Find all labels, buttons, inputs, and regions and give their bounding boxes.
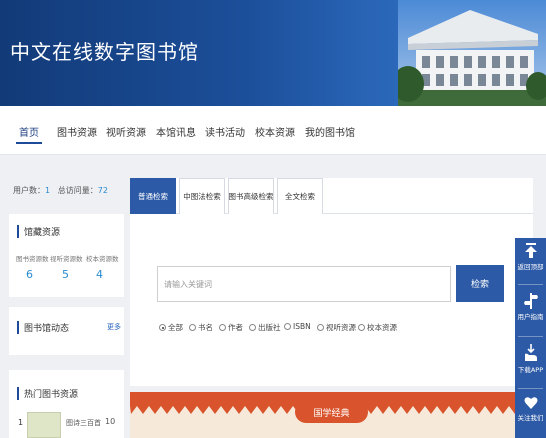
- option-label: 出版社: [258, 323, 281, 332]
- book-cover-image[interactable]: [27, 412, 61, 438]
- download-app-button[interactable]: 下载APP: [515, 344, 546, 374]
- user-guide-button[interactable]: 用户指南: [515, 293, 546, 321]
- hand-download-icon: [524, 344, 537, 361]
- divider: [518, 388, 543, 389]
- option-av[interactable]: 视听资源: [317, 322, 356, 333]
- option-label: 作者: [228, 323, 243, 332]
- arrow-up-icon: [524, 243, 537, 258]
- option-label: ISBN: [293, 322, 311, 331]
- option-label: 全部: [168, 323, 183, 332]
- nav-reading-activities[interactable]: 读书活动: [205, 124, 245, 139]
- site-header: 中文在线数字图书馆: [0, 0, 546, 106]
- float-label: 关注我们: [517, 414, 544, 422]
- radio-icon: [358, 324, 365, 331]
- nav-school-resources[interactable]: 校本资源: [255, 124, 295, 139]
- classics-banner[interactable]: 国学经典: [130, 392, 533, 438]
- radio-icon: [189, 324, 196, 331]
- float-label: 下载APP: [517, 366, 544, 374]
- floating-toolbar: 返回顶部 用户指南 下载APP 关注我们: [515, 238, 546, 438]
- nav-active-indicator: [16, 142, 42, 144]
- divider: [518, 336, 543, 337]
- nav-my-library[interactable]: 我的图书馆: [305, 124, 355, 139]
- news-more-link[interactable]: 更多: [107, 322, 121, 332]
- av-count-label: 视听资源数: [50, 255, 83, 263]
- back-to-top-button[interactable]: 返回顶部: [515, 243, 546, 271]
- users-label: 用户数：: [13, 186, 45, 195]
- option-publisher[interactable]: 出版社: [249, 322, 281, 333]
- search-tabs: 普通检索 中图法检索 图书高级检索 全文检索: [130, 178, 533, 214]
- site-stats: 用户数：1 总访问量：72: [13, 185, 108, 196]
- option-label: 校本资源: [367, 323, 397, 332]
- nav-book-resources[interactable]: 图书资源: [57, 124, 97, 139]
- tab-fulltext-search[interactable]: 全文检索: [277, 178, 323, 214]
- users-value: 1: [45, 186, 51, 195]
- nav-home[interactable]: 首页: [19, 124, 39, 139]
- tab-advanced-search[interactable]: 图书高级检索: [228, 178, 274, 214]
- radio-icon: [249, 324, 256, 331]
- search-button[interactable]: 检索: [456, 265, 504, 302]
- av-count-value: 5: [62, 268, 69, 281]
- book-view-count: 10: [105, 417, 116, 426]
- visits-value: 72: [97, 186, 108, 195]
- option-isbn[interactable]: ISBN: [284, 322, 311, 331]
- radio-checked-icon: [159, 324, 166, 331]
- collection-title: 馆藏资源: [17, 225, 60, 238]
- banner-label: 国学经典: [295, 401, 368, 423]
- option-title[interactable]: 书名: [189, 322, 213, 333]
- float-label: 返回顶部: [517, 263, 544, 271]
- visits-label: 总访问量：: [57, 186, 98, 195]
- nav-av-resources[interactable]: 视听资源: [106, 124, 146, 139]
- site-title: 中文在线数字图书馆: [10, 40, 199, 64]
- option-label: 视听资源: [326, 323, 356, 332]
- float-label: 用户指南: [517, 313, 544, 321]
- option-all[interactable]: 全部: [159, 322, 183, 333]
- heart-icon: [524, 397, 537, 409]
- tab-clc-search[interactable]: 中图法检索: [179, 178, 225, 214]
- search-input[interactable]: [157, 266, 451, 302]
- book-count-label: 图书资源数: [16, 255, 49, 263]
- tab-basic-search[interactable]: 普通检索: [130, 178, 176, 214]
- radio-icon: [317, 324, 324, 331]
- news-title: 图书馆动态: [17, 321, 69, 334]
- library-building-image: [398, 0, 546, 106]
- divider: [518, 284, 543, 285]
- school-count-label: 校本资源数: [86, 255, 119, 263]
- hot-books-title: 热门图书资源: [17, 387, 78, 400]
- book-count-value: 6: [26, 268, 33, 281]
- guide-icon: [523, 293, 538, 309]
- nav-library-news[interactable]: 本馆讯息: [156, 124, 196, 139]
- main-nav: 首页 图书资源 视听资源 本馆讯息 读书活动 校本资源 我的图书馆: [0, 106, 546, 155]
- option-school[interactable]: 校本资源: [358, 322, 397, 333]
- school-count-value: 4: [96, 268, 103, 281]
- book-name-link[interactable]: 图诗三百首: [66, 418, 101, 428]
- book-rank: 1: [18, 418, 24, 427]
- radio-icon: [284, 323, 291, 330]
- option-author[interactable]: 作者: [219, 322, 243, 333]
- option-label: 书名: [198, 323, 213, 332]
- radio-icon: [219, 324, 226, 331]
- follow-us-button[interactable]: 关注我们: [515, 396, 546, 422]
